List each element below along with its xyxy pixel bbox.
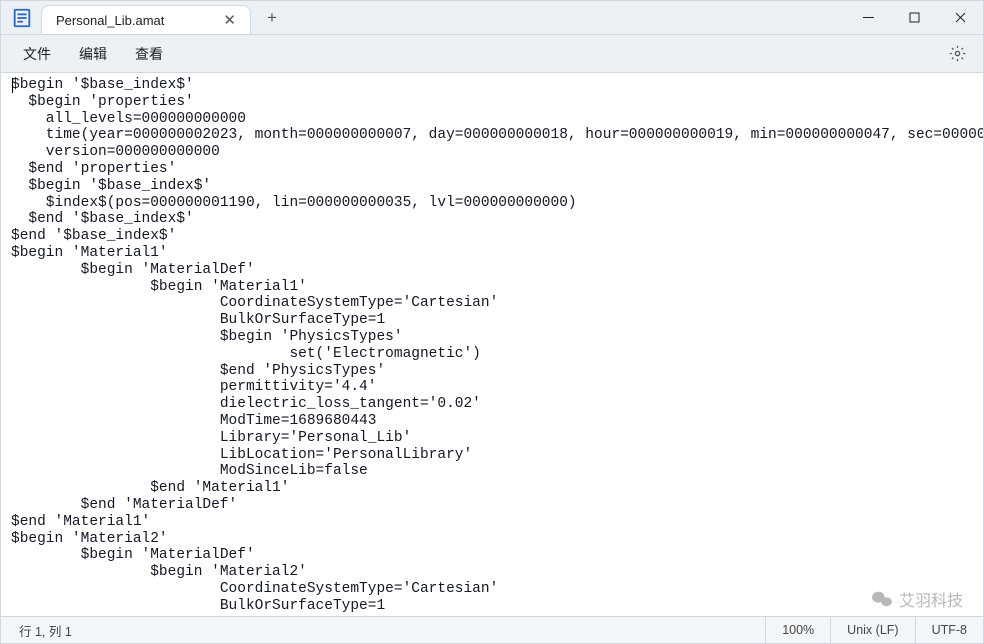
editor-area[interactable]: $begin '$base_index$' $begin 'properties… <box>1 73 983 616</box>
menubar: 文件 编辑 查看 <box>1 35 983 73</box>
tab-active[interactable]: Personal_Lib.amat ✕ <box>41 5 251 34</box>
maximize-button[interactable] <box>891 1 937 35</box>
new-tab-button[interactable]: + <box>257 1 287 34</box>
status-line-endings[interactable]: Unix (LF) <box>831 617 915 643</box>
tab-close-button[interactable]: ✕ <box>223 11 236 29</box>
statusbar: 行 1, 列 1 100% Unix (LF) UTF-8 <box>1 616 983 643</box>
titlebar: Personal_Lib.amat ✕ + <box>1 1 983 35</box>
editor-content: $begin '$base_index$' $begin 'properties… <box>11 77 983 614</box>
close-button[interactable] <box>937 1 983 35</box>
tab-title: Personal_Lib.amat <box>56 13 164 28</box>
menu-file[interactable]: 文件 <box>9 38 65 70</box>
settings-button[interactable] <box>939 36 975 72</box>
menu-view[interactable]: 查看 <box>121 38 177 70</box>
status-zoom[interactable]: 100% <box>766 617 831 643</box>
status-encoding[interactable]: UTF-8 <box>916 617 983 643</box>
status-position[interactable]: 行 1, 列 1 <box>1 617 766 643</box>
text-cursor <box>12 78 13 93</box>
window-controls <box>845 1 983 34</box>
app-icon <box>11 7 33 29</box>
minimize-button[interactable] <box>845 1 891 35</box>
menu-edit[interactable]: 编辑 <box>65 38 121 70</box>
